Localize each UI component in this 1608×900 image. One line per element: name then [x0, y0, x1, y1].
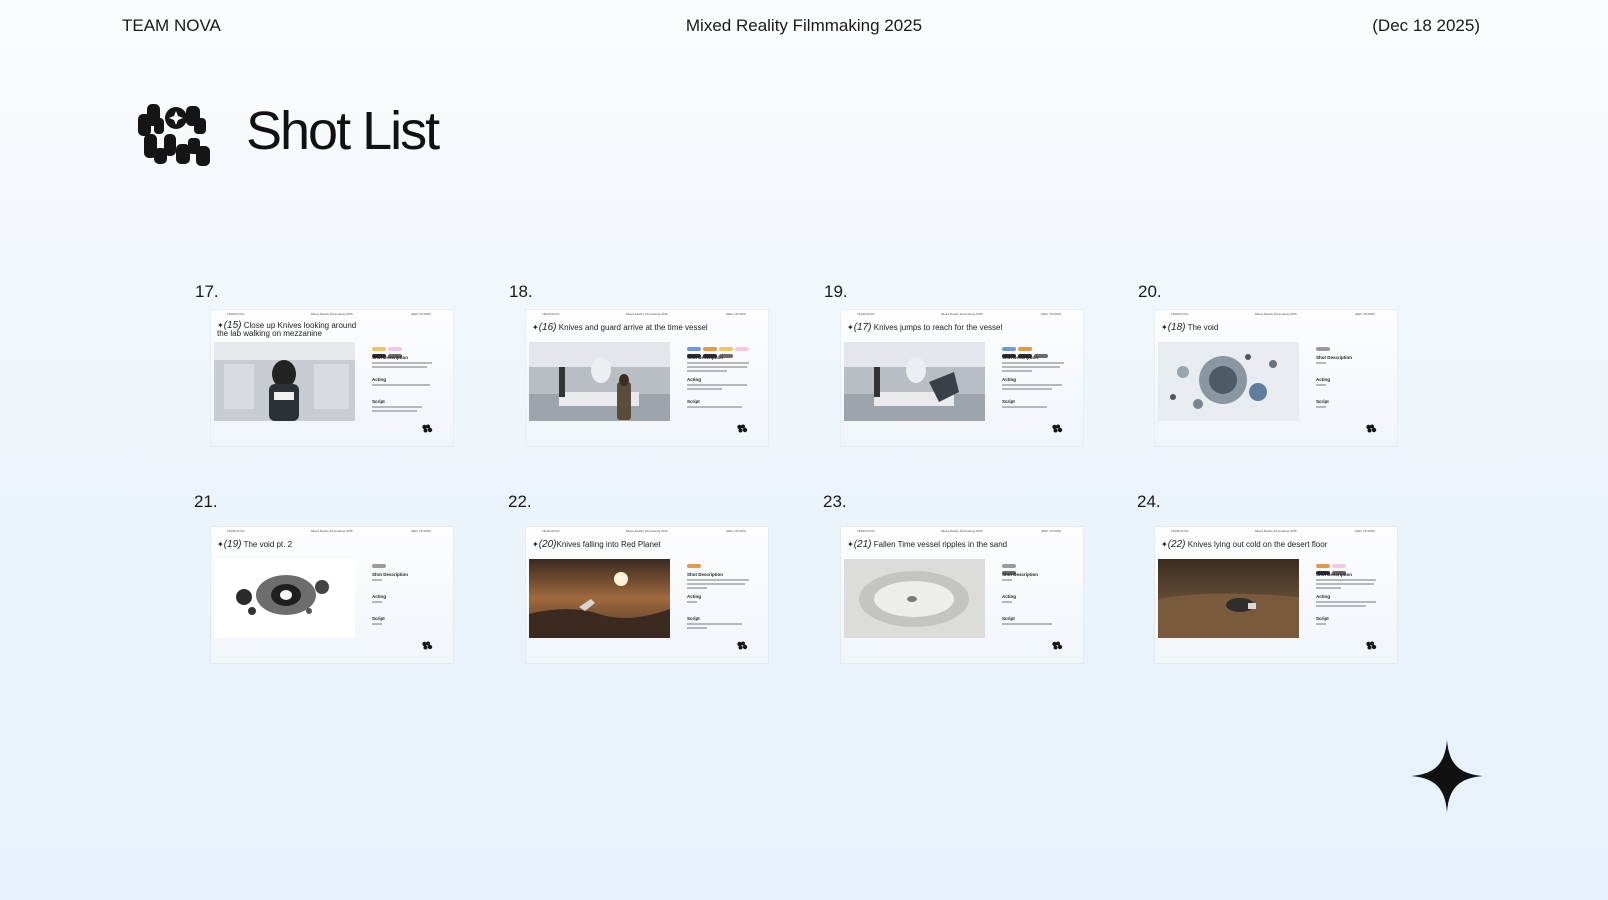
acting-label: Acting [1002, 377, 1016, 382]
shot-description-label: Shot Description [372, 572, 409, 577]
script-label: Script [1316, 399, 1329, 404]
shot-description-label: Shot Description [1316, 572, 1353, 577]
acting-label: Acting [372, 377, 386, 382]
shot-thumbnail[interactable]: TEAM NOVA Mixed Reality Filmmaking 2025 (D… [211, 310, 453, 446]
shot-number: 18. [509, 282, 533, 301]
top-bar: TEAM NOVA Mixed Reality Filmmaking 2025 … [0, 16, 1608, 40]
team-nova-logo-icon [1052, 641, 1063, 650]
script-label: Script [1002, 399, 1015, 404]
shot-title: ✦(15) Close up Knives looking around the… [217, 320, 357, 338]
acting-label: Acting [1316, 377, 1330, 382]
script-label: Script [1316, 616, 1329, 621]
acting-label: Acting [1002, 594, 1016, 599]
acting-label: Acting [1316, 594, 1330, 599]
acting-label: Acting [687, 377, 701, 382]
team-nova-logo-icon [1052, 424, 1063, 433]
shot-thumbnail[interactable]: TEAM NOVA Mixed Reality Filmmaking 2025 (D… [526, 310, 768, 446]
script-label: Script [372, 616, 385, 621]
team-nova-logo-icon [138, 104, 210, 166]
team-nova-logo-icon [422, 641, 433, 650]
shot-thumbnail[interactable]: TEAM NOVA Mixed Reality Filmmaking 2025 (D… [1155, 310, 1397, 446]
team-nova-logo-icon [1366, 641, 1377, 650]
shot-description-label: Shot Description [1002, 572, 1039, 577]
team-nova-logo-icon [737, 641, 748, 650]
shot-title: ✦(22) Knives lying out cold on the deser… [1161, 539, 1328, 550]
shot-thumbnail[interactable]: TEAM NOVA Mixed Reality Filmmaking 2025 (D… [841, 527, 1083, 663]
shot-title: ✦(20)Knives falling into Red Planet [532, 539, 661, 550]
shot-description-label: Shot Description [1002, 355, 1039, 360]
script-label: Script [687, 616, 700, 621]
shot-image [844, 342, 985, 421]
script-label: Script [687, 399, 700, 404]
tag-row [372, 345, 404, 363]
page-title: Shot List [246, 101, 440, 161]
shot-number: 17. [195, 282, 219, 301]
shot-title: ✦(21) Fallen Time vessel ripples in the … [847, 539, 1008, 550]
sparkle-icon: ✦ [217, 540, 224, 549]
sparkle-icon: ✦ [532, 323, 539, 332]
shot-number: 23. [823, 492, 847, 511]
shot-number: 20. [1138, 282, 1162, 301]
shot-number: 21. [194, 492, 218, 511]
sparkle-icon: ✦ [847, 323, 854, 332]
shot-number: 24. [1137, 492, 1161, 511]
shot-description-label: Shot Description [687, 355, 724, 360]
shot-number: 22. [508, 492, 532, 511]
shot-description-label: Shot Description [687, 572, 724, 577]
sparkle-icon: ✦ [532, 540, 539, 549]
project-title: Mixed Reality Filmmaking 2025 [685, 16, 923, 35]
shot-title: ✦(17) Knives jumps to reach for the vess… [847, 322, 1003, 333]
acting-label: Acting [687, 594, 701, 599]
shot-image [529, 342, 670, 421]
team-nova-logo-icon [1366, 424, 1377, 433]
shot-thumbnail[interactable]: TEAM NOVA Mixed Reality Filmmaking 2025 (D… [841, 310, 1083, 446]
shot-image [529, 559, 670, 638]
shot-thumbnail[interactable]: TEAM NOVA Mixed Reality Filmmaking 2025 (D… [526, 527, 768, 663]
sparkle-icon: ✦ [1161, 540, 1168, 549]
date-label: (Dec 18 2025) [1372, 16, 1480, 35]
shot-thumbnail[interactable]: TEAM NOVA Mixed Reality Filmmaking 2025 (D… [211, 527, 453, 663]
shot-image [1158, 342, 1299, 421]
sparkle-icon: ✦ [1161, 323, 1168, 332]
shot-thumbnail[interactable]: TEAM NOVA Mixed Reality Filmmaking 2025 (D… [1155, 527, 1397, 663]
shot-image [1158, 559, 1299, 638]
shot-image [214, 342, 355, 421]
shot-description-label: Shot Description [372, 355, 409, 360]
sparkle-icon: ✦ [847, 540, 854, 549]
script-label: Script [1002, 616, 1015, 621]
shot-title: ✦(18) The void [1161, 322, 1219, 333]
team-nova-logo-icon [422, 424, 433, 433]
shot-image [844, 559, 985, 638]
four-point-star-icon [1411, 740, 1483, 812]
shot-title: ✦(19) The void pt. 2 [217, 539, 293, 550]
shot-description-label: Shot Description [1316, 355, 1353, 360]
script-label: Script [372, 399, 385, 404]
team-nova-logo-icon [737, 424, 748, 433]
acting-label: Acting [372, 594, 386, 599]
shot-number: 19. [824, 282, 848, 301]
shot-title: ✦(16) Knives and guard arrive at the tim… [532, 322, 708, 333]
shot-image [214, 559, 355, 638]
